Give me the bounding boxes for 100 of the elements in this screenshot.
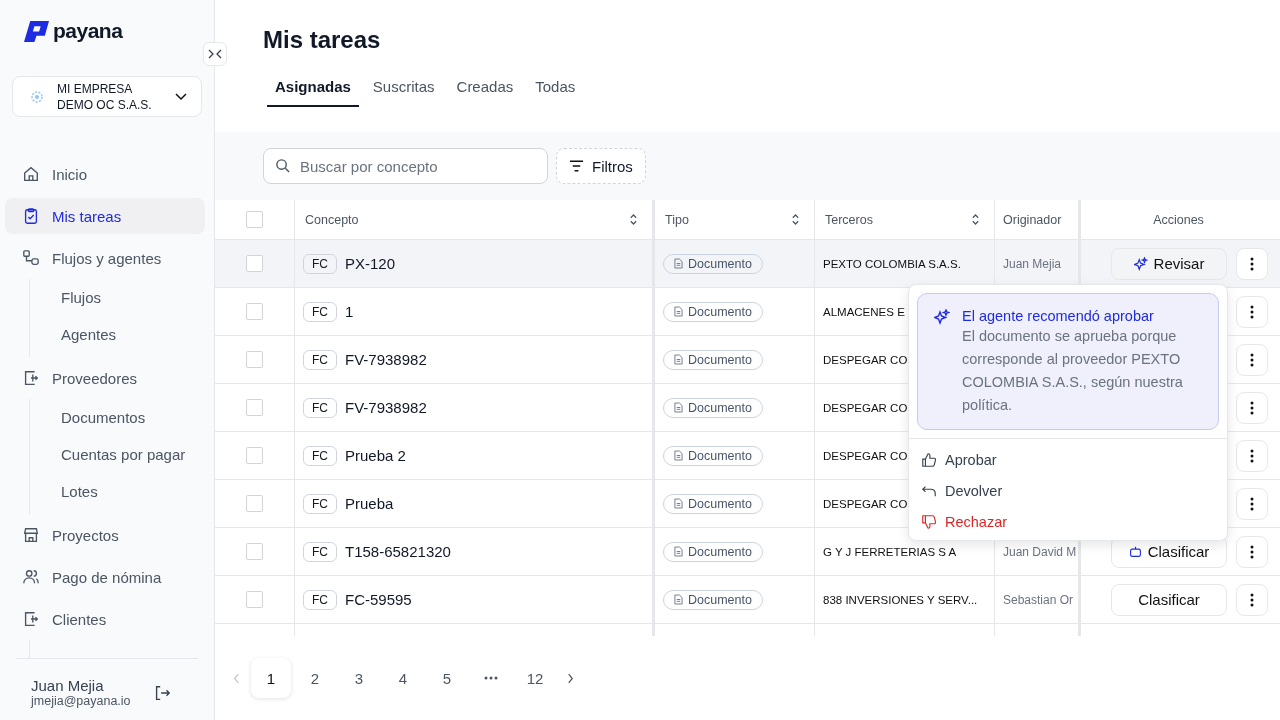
nav-subitem[interactable]: Lotes [30,473,214,510]
nav-icon [22,207,40,225]
tab[interactable]: Creadas [448,78,522,107]
kebab-icon [1250,400,1254,415]
sparkle-icon [934,309,950,325]
third-party-text: ALMACENES E [823,305,905,318]
concept-text: PX-120 [345,255,396,272]
chevron-down-icon [175,92,187,101]
document-icon [674,498,683,509]
company-selector[interactable]: MI EMPRESA DEMO OC S.A.S. [12,76,202,117]
concept-text: 1 [345,303,354,320]
prefix-tag: FC [303,541,337,562]
checkbox[interactable] [246,495,263,512]
more-button[interactable] [1236,439,1268,472]
action-button[interactable]: Clasificar [1111,583,1227,616]
more-button[interactable] [1236,487,1268,520]
document-icon [674,354,683,365]
kebab-icon [1250,304,1254,319]
prefix-tag: FC [303,589,337,610]
search-field[interactable]: Buscar por concepto [263,148,548,184]
originator-text: Juan Mejia [1003,256,1062,271]
sparkle-icon [1133,256,1148,271]
page-button[interactable]: 2 [295,658,335,698]
page-button[interactable]: 1 [251,658,291,698]
document-icon [674,450,683,461]
prefix-tag: FC [303,253,337,274]
concept-text: FC-59595 [345,591,412,608]
nav-subitem[interactable]: Documentos [30,399,214,436]
concept-text: FV-7938982 [345,351,427,368]
checkbox[interactable] [246,255,263,272]
robot-icon [1128,545,1142,558]
document-icon [674,594,683,605]
nav-item[interactable]: Pago de nómina [5,559,205,595]
more-button[interactable] [1236,535,1268,568]
sort-icon[interactable] [629,213,638,226]
kebab-icon [1250,544,1254,559]
document-icon [674,306,683,317]
brand-name: payana [53,19,123,43]
checkbox[interactable] [246,447,263,464]
nav-subitem[interactable]: Cuentas por pagar [30,436,214,473]
checkbox[interactable] [246,591,263,608]
page-button[interactable]: 5 [427,658,467,698]
action-button[interactable]: Revisar [1111,247,1227,280]
checkbox[interactable] [246,399,263,416]
sort-icon[interactable] [791,213,800,226]
page-button[interactable]: 4 [383,658,423,698]
filters-button[interactable]: Filtros [556,148,646,184]
company-icon [29,88,45,105]
tab[interactable]: Todas [527,78,584,107]
column-header[interactable]: Terceros [815,200,995,239]
checkbox[interactable] [246,351,263,368]
tab[interactable]: Asignadas [267,78,359,107]
kebab-icon [1250,496,1254,511]
checkbox[interactable] [246,211,263,228]
kebab-icon [1250,352,1254,367]
third-party-text: DESPEGAR CO [823,497,908,510]
sort-icon[interactable] [971,213,980,226]
more-button[interactable] [1236,583,1268,616]
nav-icon [22,369,40,387]
nav-icon [22,610,40,628]
nav-subitem[interactable]: Flujos [30,279,214,316]
document-icon [674,546,683,557]
menu-item[interactable]: Aprobar [909,444,1227,475]
nav-item[interactable]: Clientes [5,601,205,637]
user-email: jmejia@payana.io [31,694,131,708]
checkbox[interactable] [246,543,263,560]
more-button[interactable] [1236,343,1268,376]
more-button[interactable] [1236,247,1268,280]
filter-icon [569,160,584,172]
more-button[interactable] [1236,391,1268,424]
nav-icon [22,249,40,267]
nav-item[interactable]: Inicio [5,156,205,192]
search-icon [275,158,290,173]
prefix-tag: FC [303,349,337,370]
kebab-icon [1250,592,1254,607]
nav-subitem[interactable]: Agentes [30,316,214,353]
nav-item[interactable]: Mis tareas [5,198,205,234]
column-header: Acciones [1152,211,1205,229]
page-button[interactable]: 3 [339,658,379,698]
thumbs-up-icon [921,451,937,468]
nav-item[interactable]: Proveedores [5,360,205,396]
checkbox[interactable] [246,303,263,320]
document-icon [674,258,683,269]
nav-item[interactable]: Flujos y agentes [5,240,205,276]
more-button[interactable] [1236,295,1268,328]
nav-item[interactable]: Proyectos [5,517,205,553]
user-name: Juan Mejia [31,677,105,694]
tab[interactable]: Suscritas [364,78,443,107]
prefix-tag: FC [303,445,337,466]
table-row[interactable]: FC FC-59595 Documento 838 INVERSIONES Y SERV... Sebastian Or Clasificar [215,576,1280,624]
table-row[interactable]: FC PX-120 Documento PEXTO COLOMBIA S.A.S. Juan Mejia Revisar [215,240,1280,288]
nav-icon [22,568,40,586]
third-party-text: DESPEGAR CO [823,401,908,414]
page-button[interactable]: 12 [515,658,555,698]
kebab-icon [1250,448,1254,463]
originator-text: Juan David M [1003,544,1077,559]
column-header[interactable]: Tipo [655,200,815,239]
chevron-left-icon [232,672,240,684]
kebab-icon [1250,256,1254,271]
collapse-button[interactable] [203,42,227,66]
